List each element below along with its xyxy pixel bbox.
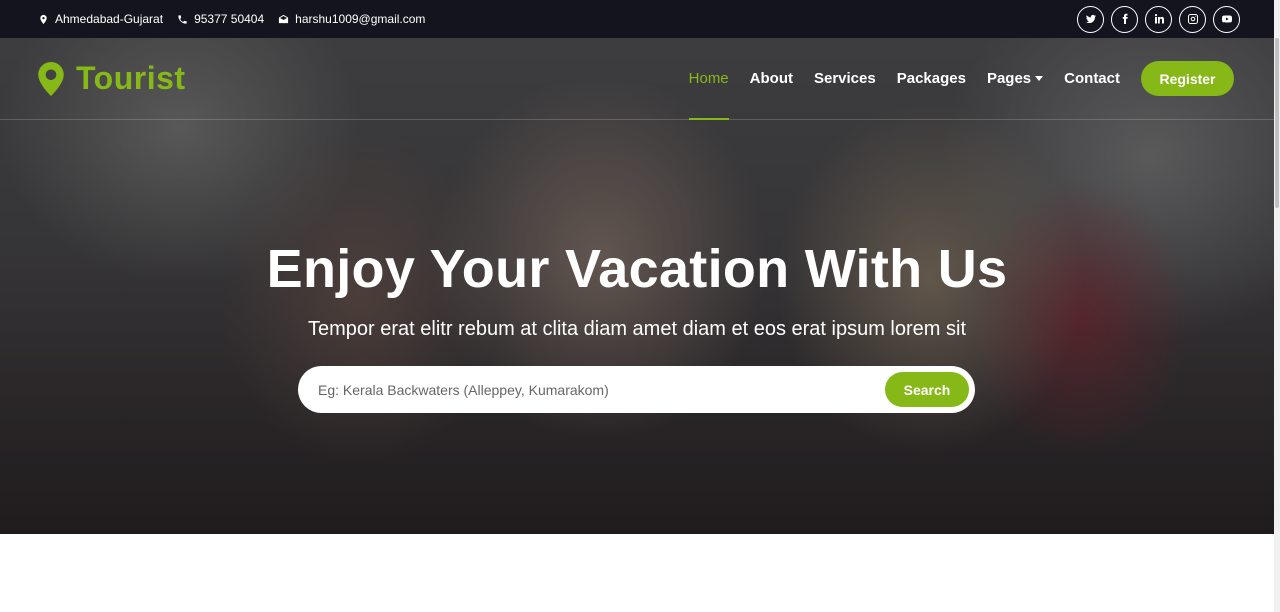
nav-item-home[interactable]: Home xyxy=(688,38,729,120)
nav-item-contact[interactable]: Contact xyxy=(1064,38,1120,120)
contact-info: Ahmedabad-Gujarat 95377 50404 harshu1009… xyxy=(38,12,425,26)
brand-logo[interactable]: Tourist xyxy=(38,60,186,97)
nav-item-packages[interactable]: Packages xyxy=(897,38,966,120)
phone-text: 95377 50404 xyxy=(194,12,265,26)
nav-item-pages-label: Pages xyxy=(986,70,1032,87)
hero-title: Enjoy Your Vacation With Us xyxy=(266,239,1008,299)
location-info: Ahmedabad-Gujarat xyxy=(38,12,163,26)
register-button[interactable]: Register xyxy=(1141,61,1234,96)
email-text: harshu1009@gmail.com xyxy=(295,12,426,26)
envelope-open-icon xyxy=(279,14,289,23)
caret-down-icon xyxy=(1035,76,1044,81)
page-scrollbar[interactable] xyxy=(1274,0,1280,612)
search-input[interactable] xyxy=(318,381,885,398)
nav-item-services[interactable]: Services xyxy=(814,38,876,120)
hero-subtitle: Tempor erat elitr rebum at clita diam am… xyxy=(307,318,967,340)
search-bar: Search xyxy=(298,366,975,413)
twitter-icon[interactable] xyxy=(1077,5,1104,33)
search-button[interactable]: Search xyxy=(885,372,969,407)
instagram-icon[interactable] xyxy=(1179,5,1206,33)
hero-section: Tourist Home About Services Packages Pag… xyxy=(0,38,1280,534)
phone-info: 95377 50404 xyxy=(177,12,264,26)
main-navbar: Tourist Home About Services Packages Pag… xyxy=(0,38,1280,120)
map-marker-icon xyxy=(38,61,64,96)
brand-name: Tourist xyxy=(76,60,186,96)
email-info: harshu1009@gmail.com xyxy=(278,12,425,26)
nav-item-about[interactable]: About xyxy=(750,38,793,120)
map-marker-icon xyxy=(40,14,47,24)
top-bar: Ahmedabad-Gujarat 95377 50404 harshu1009… xyxy=(0,0,1280,38)
facebook-icon[interactable] xyxy=(1111,5,1138,33)
youtube-icon[interactable] xyxy=(1213,5,1240,33)
scrollbar-thumb[interactable] xyxy=(1275,38,1279,208)
location-text: Ahmedabad-Gujarat xyxy=(55,12,164,26)
phone-icon xyxy=(178,14,187,24)
nav-menu: Home About Services Packages Pages Conta… xyxy=(688,38,1234,120)
social-links xyxy=(1077,5,1240,33)
linkedin-icon[interactable] xyxy=(1145,5,1172,33)
nav-item-pages[interactable]: Pages xyxy=(986,38,1044,120)
